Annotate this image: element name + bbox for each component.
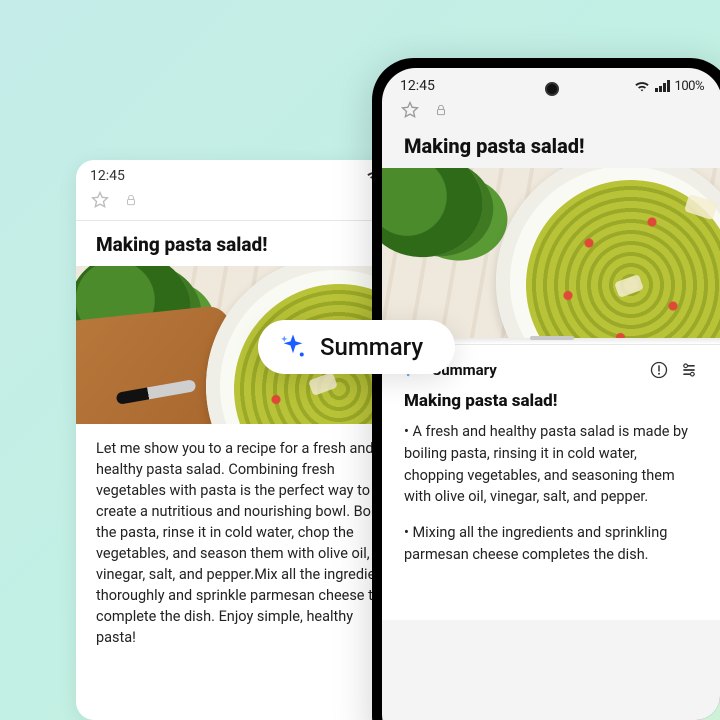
note-title: Making pasta salad! [76, 231, 416, 266]
summary-pill-label: Summary [320, 333, 423, 361]
favorite-icon[interactable] [400, 100, 420, 120]
summary-bullet: • A fresh and healthy pasta salad is mad… [404, 421, 700, 508]
note-title: Making pasta salad! [382, 128, 720, 168]
summary-title: Making pasta salad! [404, 391, 700, 411]
note-toolbar [76, 186, 416, 218]
phone-right-screen: 12:45 100% Making pasta salad! [382, 68, 720, 720]
signal-icon [655, 80, 670, 92]
front-camera [545, 82, 559, 96]
note-body-text: Let me show you to a recipe for a fresh … [76, 424, 416, 662]
summary-pill[interactable]: Summary [258, 320, 455, 374]
note-hero-image [382, 168, 720, 338]
status-right: 100% [634, 79, 704, 94]
status-bar: 12:45 [76, 160, 416, 186]
list-adjust-icon[interactable] [678, 359, 700, 381]
summary-panel: Summary Making [382, 344, 720, 620]
sparkle-icon [278, 332, 308, 362]
sheet-handle[interactable] [530, 336, 574, 340]
status-time: 12:45 [90, 168, 125, 184]
phone-right: 12:45 100% Making pasta salad! [372, 58, 720, 720]
lock-icon[interactable] [434, 103, 448, 117]
battery-text: 100% [675, 79, 704, 94]
promo-stage: 12:45 Making pasta salad! Let me show yo… [0, 0, 720, 720]
favorite-icon[interactable] [90, 190, 110, 210]
note-toolbar [382, 98, 720, 128]
lock-icon[interactable] [124, 193, 138, 207]
phone-left: 12:45 Making pasta salad! Let me show yo… [76, 160, 416, 720]
info-icon[interactable] [648, 359, 670, 381]
divider [76, 220, 416, 221]
wifi-icon [634, 80, 650, 92]
summary-bullet: • Mixing all the ingredients and sprinkl… [404, 522, 700, 566]
status-time: 12:45 [400, 78, 435, 94]
